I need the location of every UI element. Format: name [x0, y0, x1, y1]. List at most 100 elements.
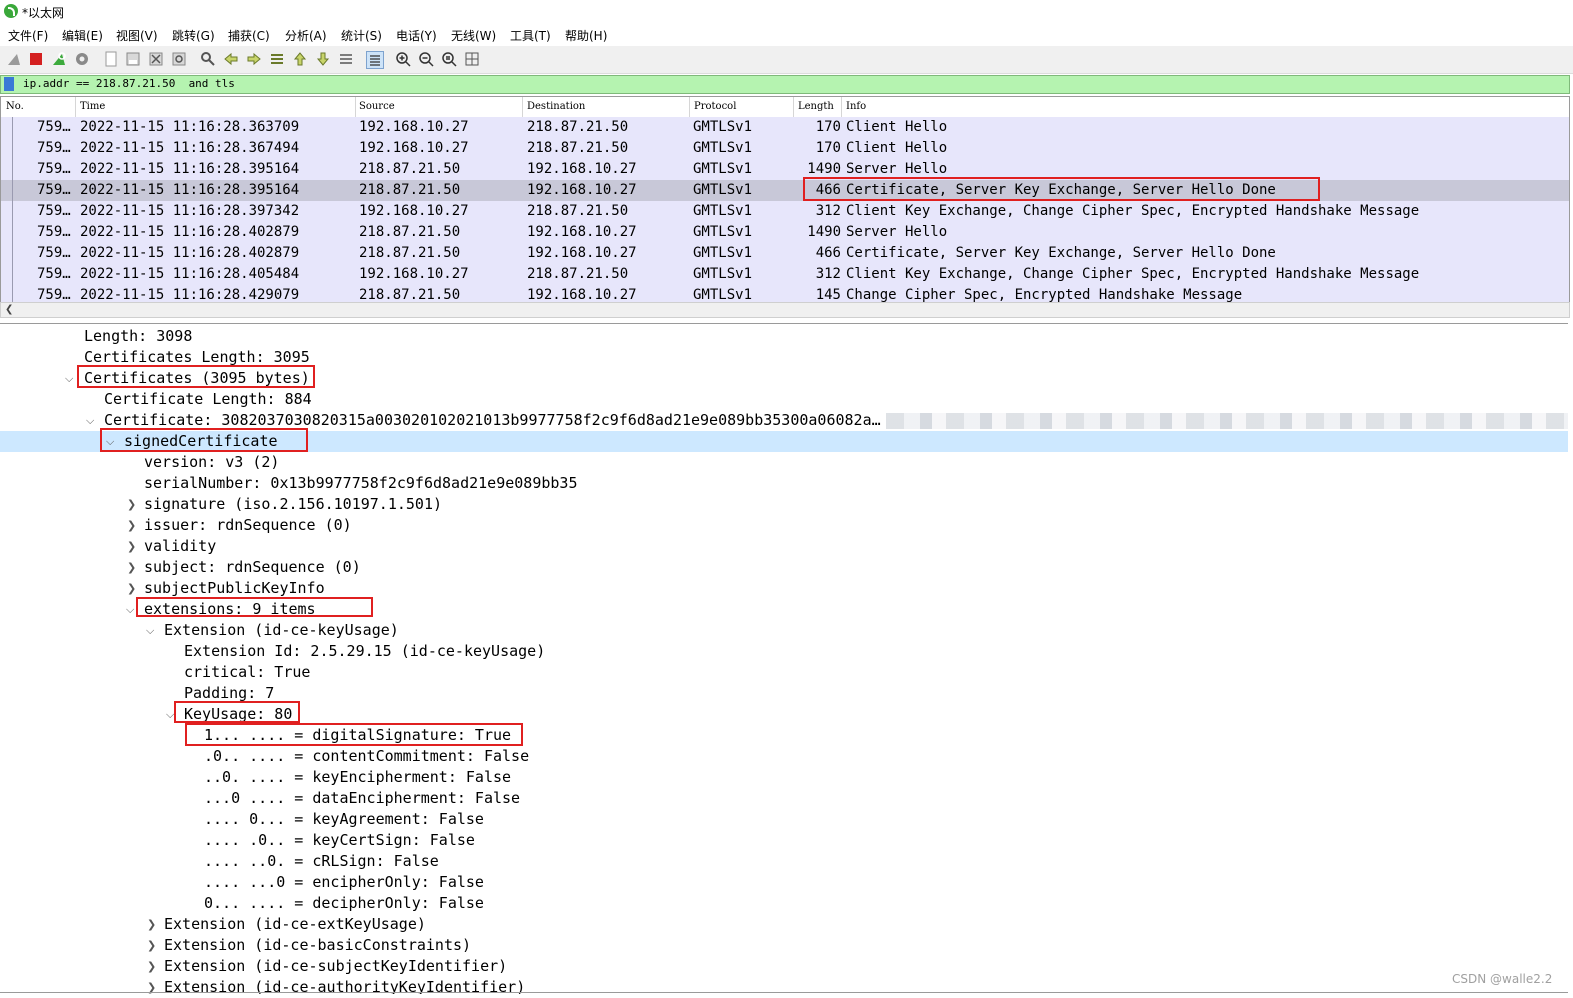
tree-item[interactable]: Length: 3098 — [0, 326, 1568, 347]
goto-packet-icon[interactable] — [269, 51, 285, 67]
menu-telephony[interactable]: 电话(Y) — [396, 27, 437, 44]
forward-arrow-icon[interactable] — [246, 51, 262, 67]
expand-chevron-down-icon[interactable]: ⌵ — [146, 624, 154, 638]
expand-chevron-down-icon[interactable]: ⌵ — [86, 414, 94, 428]
expand-chevron-right-icon[interactable]: ❯ — [127, 498, 136, 511]
expand-chevron-down-icon[interactable]: ⌵ — [166, 708, 174, 722]
expand-chevron-right-icon[interactable]: ❯ — [127, 582, 136, 595]
stop-icon[interactable] — [28, 51, 44, 67]
packet-row[interactable]: 759… 2022-11-15 11:16:28.363709 192.168.… — [1, 117, 1569, 138]
tree-item[interactable]: ...0 .... = dataEncipherment: False — [0, 788, 1568, 809]
tree-item[interactable]: critical: True — [0, 662, 1568, 683]
packet-destination: 218.87.21.50 — [527, 140, 629, 156]
tree-item[interactable]: Certificates Length: 3095 — [0, 347, 1568, 368]
tree-item[interactable]: ❯ subject: rdnSequence (0) — [0, 557, 1568, 578]
tree-item[interactable]: 1... .... = digitalSignature: True — [0, 725, 1568, 746]
display-filter-bar[interactable]: ip.addr == 218.87.21.50 and tls — [0, 75, 1570, 94]
reload-icon[interactable] — [171, 51, 187, 67]
tree-item-selected[interactable]: ⌵ signedCertificate — [0, 431, 1568, 452]
zoom-in-icon[interactable] — [395, 51, 411, 67]
back-arrow-icon[interactable] — [223, 51, 239, 67]
tree-item[interactable]: 0... .... = decipherOnly: False — [0, 893, 1568, 914]
tree-item[interactable]: ❯ Extension (id-ce-extKeyUsage) — [0, 914, 1568, 935]
column-header-length[interactable]: Length — [798, 101, 834, 112]
restart-icon[interactable] — [51, 51, 67, 67]
tree-item[interactable]: Padding: 7 — [0, 683, 1568, 704]
tree-item[interactable]: Extension Id: 2.5.29.15 (id-ce-keyUsage) — [0, 641, 1568, 662]
zoom-out-icon[interactable] — [418, 51, 434, 67]
tree-item[interactable]: ⌵ Certificate: 3082037030820315a003020102… — [0, 410, 1568, 431]
expand-chevron-right-icon[interactable]: ❯ — [147, 918, 156, 931]
menu-wireless[interactable]: 无线(W) — [451, 27, 496, 44]
packet-details-tree[interactable]: Length: 3098 Certificates Length: 3095 ⌵… — [0, 323, 1568, 994]
expand-chevron-right-icon[interactable]: ❯ — [127, 540, 136, 553]
column-header-protocol[interactable]: Protocol — [694, 101, 736, 112]
scroll-left-arrow-icon[interactable]: ❮ — [5, 304, 13, 315]
packet-list[interactable]: No. Time Source Destination Protocol Len… — [0, 96, 1570, 304]
tree-item[interactable]: ⌵ Extension (id-ce-keyUsage) — [0, 620, 1568, 641]
tree-item[interactable]: ❯ issuer: rdnSequence (0) — [0, 515, 1568, 536]
packet-list-horizontal-scrollbar[interactable]: ❮ — [0, 302, 1570, 318]
menu-go[interactable]: 跳转(G) — [172, 27, 215, 44]
column-header-no[interactable]: No. — [6, 101, 24, 112]
menu-statistics[interactable]: 统计(S) — [341, 27, 382, 44]
tree-item[interactable]: .... ...0 = encipherOnly: False — [0, 872, 1568, 893]
tree-item[interactable]: .... ..0. = cRLSign: False — [0, 851, 1568, 872]
tree-item[interactable]: .... 0... = keyAgreement: False — [0, 809, 1568, 830]
menu-view[interactable]: 视图(V) — [116, 27, 158, 44]
expand-chevron-right-icon[interactable]: ❯ — [127, 519, 136, 532]
tree-item[interactable]: ⌵ extensions: 9 items — [0, 599, 1568, 620]
tree-item[interactable]: ..0. .... = keyEncipherment: False — [0, 767, 1568, 788]
tree-item[interactable]: .0.. .... = contentCommitment: False — [0, 746, 1568, 767]
menu-analyze[interactable]: 分析(A) — [285, 27, 327, 44]
column-header-destination[interactable]: Destination — [527, 101, 585, 112]
packet-row[interactable]: 759… 2022-11-15 11:16:28.405484 192.168.… — [1, 264, 1569, 285]
display-filter-input[interactable]: ip.addr == 218.87.21.50 and tls — [23, 77, 235, 90]
resize-columns-icon[interactable] — [464, 51, 480, 67]
tree-item[interactable]: ❯ Extension (id-ce-subjectKeyIdentifier) — [0, 956, 1568, 977]
expand-chevron-right-icon[interactable]: ❯ — [147, 939, 156, 952]
colorize-icon[interactable] — [366, 51, 384, 69]
options-gear-icon[interactable] — [74, 51, 90, 67]
packet-row[interactable]: 759… 2022-11-15 11:16:28.402879 218.87.2… — [1, 222, 1569, 243]
tree-item[interactable]: ❯ signature (iso.2.156.10197.1.501) — [0, 494, 1568, 515]
column-header-info[interactable]: Info — [846, 101, 866, 112]
expand-chevron-down-icon[interactable]: ⌵ — [65, 372, 73, 386]
tree-item[interactable]: ⌵ Certificates (3095 bytes) — [0, 368, 1568, 389]
first-packet-icon[interactable] — [292, 51, 308, 67]
tree-item[interactable]: ❯ Extension (id-ce-basicConstraints) — [0, 935, 1568, 956]
tree-item[interactable]: ❯ validity — [0, 536, 1568, 557]
menu-file[interactable]: 文件(F) — [8, 27, 48, 44]
tree-item[interactable]: .... .0.. = keyCertSign: False — [0, 830, 1568, 851]
packet-row-selected[interactable]: 759… 2022-11-15 11:16:28.395164 218.87.2… — [1, 180, 1569, 201]
packet-row[interactable]: 759… 2022-11-15 11:16:28.367494 192.168.… — [1, 138, 1569, 159]
tree-item[interactable]: serialNumber: 0x13b9977758f2c9f6d8ad21e9… — [0, 473, 1568, 494]
last-packet-icon[interactable] — [315, 51, 331, 67]
menu-capture[interactable]: 捕获(C) — [228, 27, 270, 44]
menu-help[interactable]: 帮助(H) — [565, 27, 607, 44]
expand-chevron-right-icon[interactable]: ❯ — [127, 561, 136, 574]
open-file-icon[interactable] — [103, 51, 119, 67]
tree-item-label: signedCertificate — [124, 432, 278, 450]
autoscroll-icon[interactable] — [338, 51, 354, 67]
shark-fin-icon[interactable] — [6, 51, 22, 67]
menu-edit[interactable]: 编辑(E) — [62, 27, 103, 44]
save-icon[interactable] — [125, 51, 141, 67]
column-header-time[interactable]: Time — [80, 101, 105, 112]
close-file-icon[interactable] — [148, 51, 164, 67]
packet-row[interactable]: 759… 2022-11-15 11:16:28.402879 218.87.2… — [1, 243, 1569, 264]
tree-item[interactable]: ⌵ KeyUsage: 80 — [0, 704, 1568, 725]
expand-chevron-right-icon[interactable]: ❯ — [147, 960, 156, 973]
expand-chevron-down-icon[interactable]: ⌵ — [106, 435, 114, 449]
normal-size-icon[interactable] — [441, 51, 457, 67]
packet-row[interactable]: 759… 2022-11-15 11:16:28.395164 218.87.2… — [1, 159, 1569, 180]
column-header-source[interactable]: Source — [359, 101, 395, 112]
find-icon[interactable] — [200, 51, 216, 67]
tree-item[interactable]: ❯ subjectPublicKeyInfo — [0, 578, 1568, 599]
menu-tools[interactable]: 工具(T) — [510, 27, 551, 44]
bookmark-icon[interactable] — [4, 77, 14, 91]
packet-row[interactable]: 759… 2022-11-15 11:16:28.397342 192.168.… — [1, 201, 1569, 222]
tree-item[interactable]: Certificate Length: 884 — [0, 389, 1568, 410]
tree-item[interactable]: version: v3 (2) — [0, 452, 1568, 473]
expand-chevron-down-icon[interactable]: ⌵ — [126, 603, 134, 617]
